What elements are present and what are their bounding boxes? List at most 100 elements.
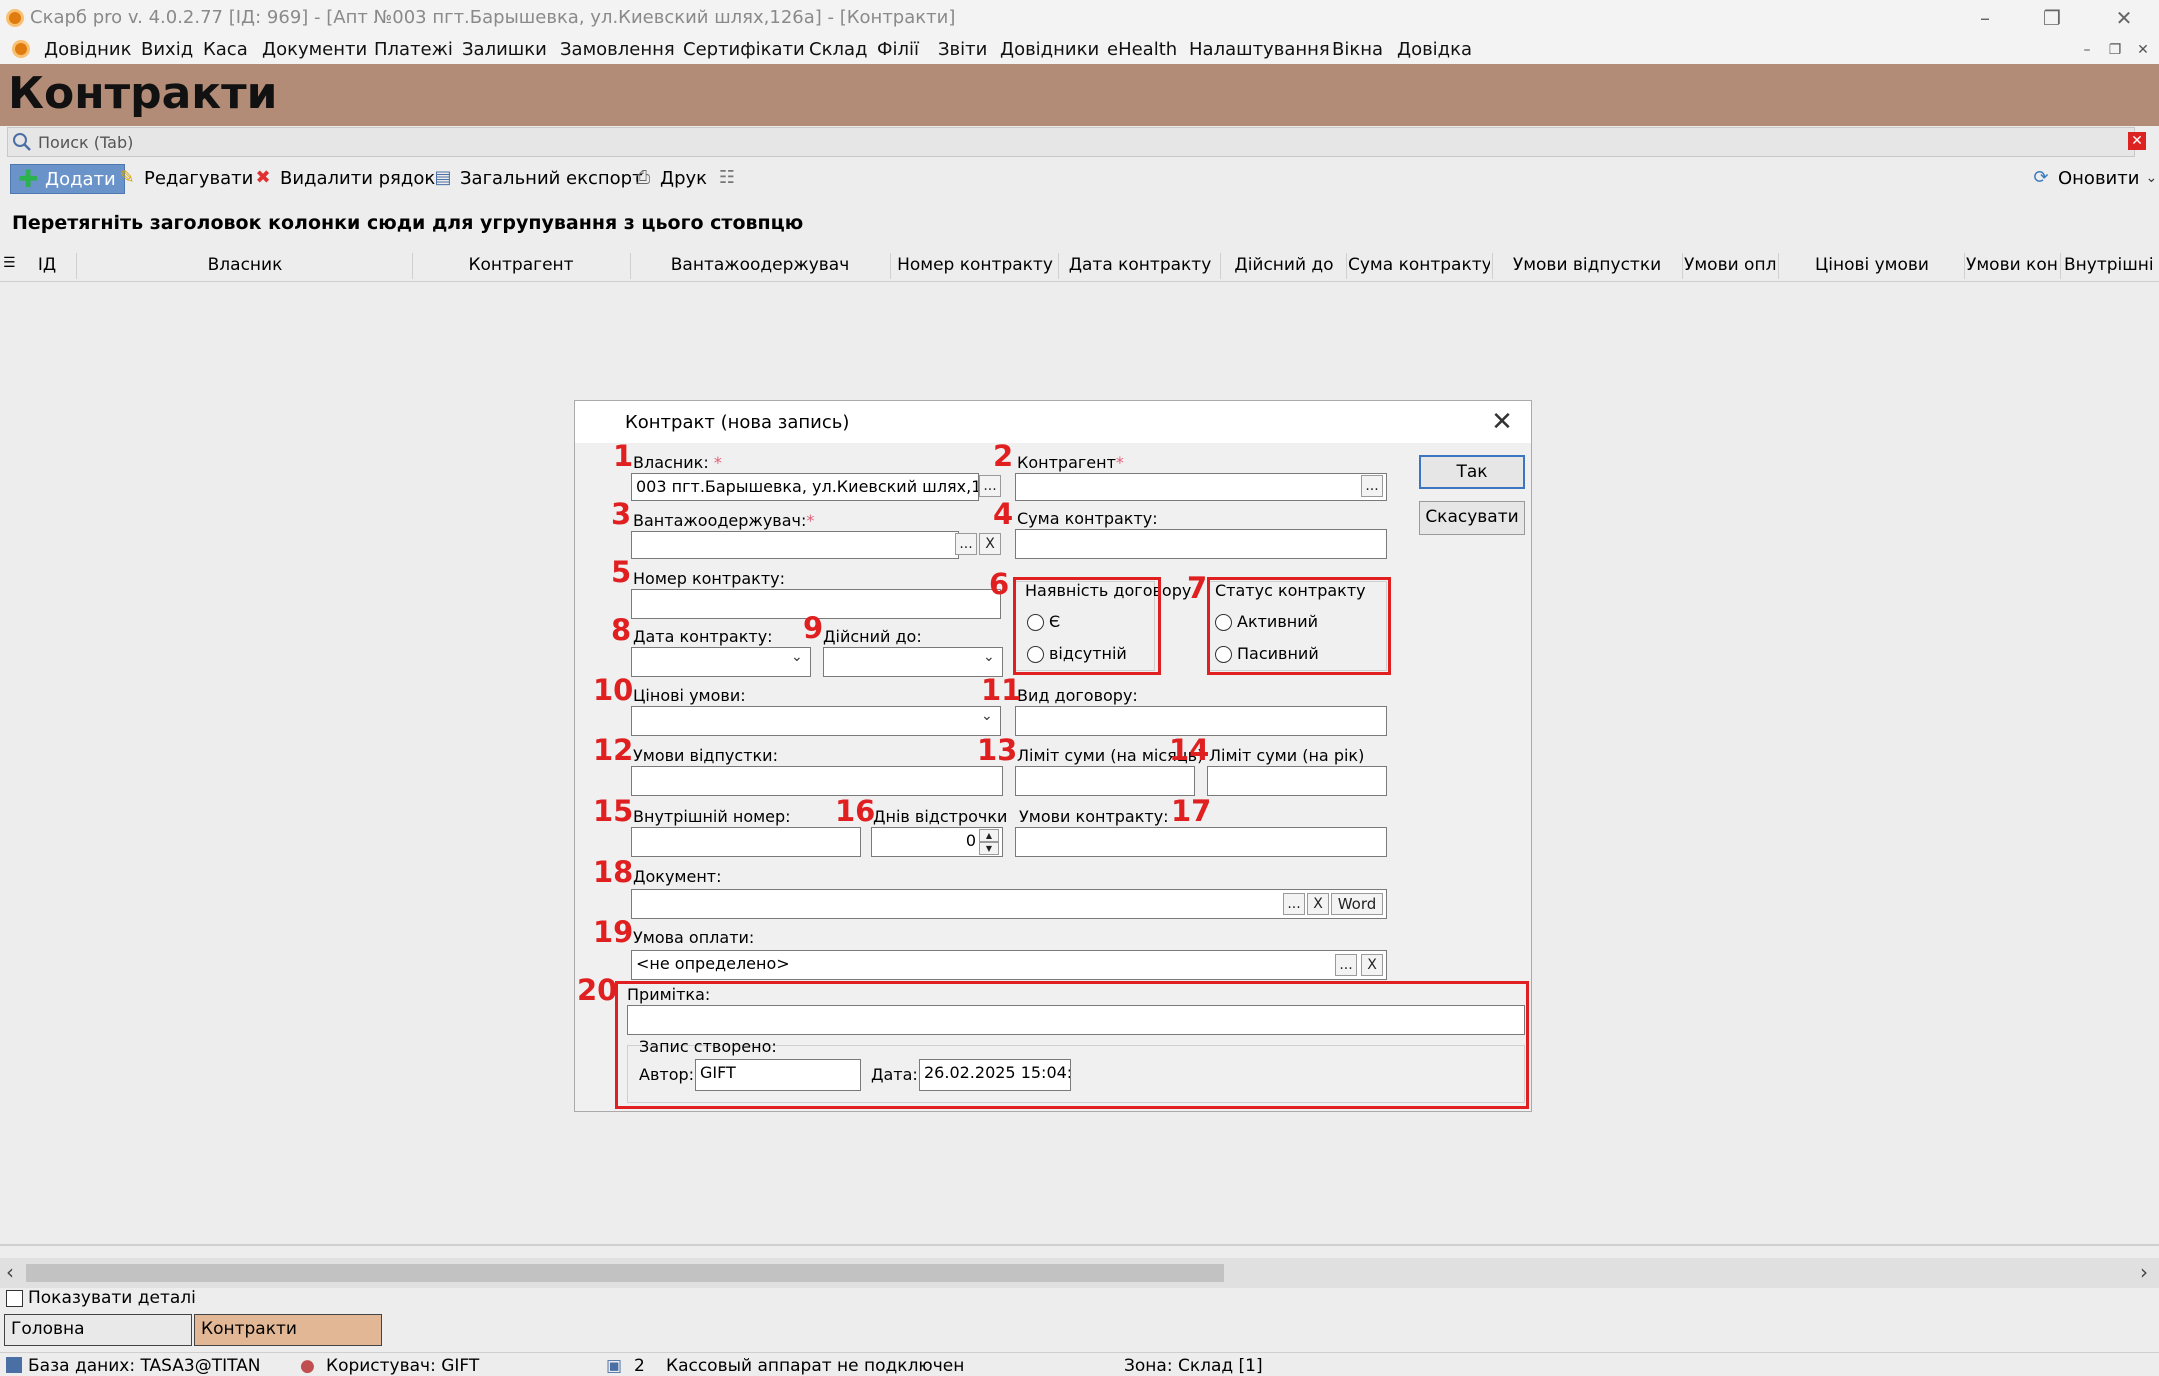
menu-zalyshky[interactable]: Залишки (462, 39, 547, 60)
dialog-close-icon[interactable]: ✕ (1487, 407, 1517, 437)
menu-zamovlennya[interactable]: Замовлення (560, 39, 675, 60)
app-logo-icon (6, 9, 24, 27)
release-terms-label: Умови відпустки: (633, 746, 778, 765)
annotation-number-10: 10 (593, 673, 634, 707)
annotation-number-9: 9 (803, 611, 824, 645)
owner-field[interactable]: 003 пгт.Барышевка, ул.Киевский шлях,126а (631, 473, 979, 501)
app-menu-icon[interactable] (12, 40, 30, 58)
menu-platezhi[interactable]: Платежі (374, 39, 453, 60)
menu-ehealth[interactable]: eHealth (1107, 39, 1177, 60)
menu-filii[interactable]: Філії (877, 39, 919, 60)
price-terms-select[interactable] (631, 706, 1001, 736)
page-title: Контракти (8, 68, 278, 119)
consignee-browse-button[interactable]: ... (955, 533, 977, 555)
amount-field[interactable] (1015, 529, 1387, 559)
columns-button[interactable]: ☷ (716, 164, 738, 192)
menu-dovidnyky[interactable]: Довідники (1000, 39, 1099, 60)
search-input[interactable] (36, 130, 2100, 154)
consignee-clear-button[interactable]: X (979, 533, 1001, 555)
menu-dovidka[interactable]: Довідка (1397, 39, 1472, 60)
counterparty-browse-button[interactable]: ... (1361, 475, 1383, 497)
menu-vykhid[interactable]: Вихід (141, 39, 193, 60)
document-browse-button[interactable]: ... (1283, 893, 1305, 915)
menu-dovidnyk[interactable]: Довідник (44, 39, 131, 60)
delete-row-button[interactable]: ✖ Видалити рядок (252, 164, 435, 192)
counterparty-field[interactable] (1015, 473, 1387, 501)
ok-button[interactable]: Так (1419, 455, 1525, 489)
column-header-payment-terms[interactable]: Умови опла (1684, 255, 1776, 275)
contract-date-picker[interactable] (631, 647, 811, 677)
minimize-button[interactable]: – (1955, 2, 2015, 34)
column-header-contract-date[interactable]: Дата контракту (1060, 255, 1220, 275)
valid-until-picker[interactable] (823, 647, 1003, 677)
contract-date-dropdown-icon[interactable]: ⌄ (791, 649, 803, 665)
export-button[interactable]: ▤ Загальний експорт (432, 164, 642, 192)
refresh-button[interactable]: ⟳ Оновити ⌄ (2030, 164, 2157, 192)
owner-browse-button[interactable]: ... (979, 475, 1001, 497)
column-header-consignee[interactable]: Вантажоодержувач (632, 255, 888, 275)
contract-terms-field[interactable] (1015, 827, 1387, 857)
payment-terms-field[interactable]: <не определено> (631, 950, 1387, 980)
limit-month-field[interactable] (1015, 766, 1195, 796)
add-button[interactable]: ✚ Додати (10, 164, 125, 194)
cancel-button[interactable]: Скасувати (1419, 501, 1525, 535)
tab-contracts[interactable]: Контракти (194, 1314, 382, 1346)
column-header-counterparty[interactable]: Контрагент (414, 255, 628, 275)
search-clear-icon[interactable]: ✕ (2128, 132, 2146, 150)
column-header-price-terms[interactable]: Цінові умови (1780, 255, 1964, 275)
tab-main[interactable]: Головна (4, 1314, 192, 1346)
release-terms-field[interactable] (631, 766, 1003, 796)
column-header-contract-number[interactable]: Номер контракту (892, 255, 1058, 275)
document-clear-button[interactable]: X (1307, 893, 1329, 915)
column-header-release-terms[interactable]: Умови відпустки (1494, 255, 1680, 275)
column-header-owner[interactable]: Власник (78, 255, 412, 275)
annotation-number-18: 18 (593, 855, 634, 889)
limit-year-field[interactable] (1207, 766, 1387, 796)
column-header-contract-terms[interactable]: Умови конт (1966, 255, 2058, 275)
mdi-close-button[interactable]: ✕ (2132, 40, 2154, 60)
horizontal-scrollbar[interactable]: ‹ › (0, 1258, 2159, 1288)
menu-nalashtuvannya[interactable]: Налаштування (1189, 39, 1330, 60)
consignee-field[interactable] (631, 531, 959, 559)
document-word-button[interactable]: Word (1331, 893, 1383, 915)
mdi-restore-button[interactable]: ❐ (2104, 40, 2126, 60)
plus-icon: ✚ (17, 165, 39, 193)
print-button[interactable]: ⎙ Друк (632, 164, 707, 192)
column-header-valid-until[interactable]: Дійсний до (1222, 255, 1346, 275)
valid-until-dropdown-icon[interactable]: ⌄ (983, 649, 995, 665)
menu-vikna[interactable]: Вікна (1332, 39, 1383, 60)
close-window-button[interactable]: ✕ (2094, 2, 2154, 34)
deferral-spin-up-icon[interactable]: ▲ (979, 829, 999, 842)
restore-button[interactable]: ❐ (2022, 2, 2082, 34)
scrollbar-thumb[interactable] (26, 1264, 1224, 1282)
deferral-spin-down-icon[interactable]: ▼ (979, 842, 999, 855)
search-icon (13, 133, 31, 151)
mdi-minimize-button[interactable]: – (2076, 40, 2098, 60)
edit-button[interactable]: ✎ Редагувати (116, 164, 253, 192)
document-field[interactable] (631, 889, 1387, 919)
column-header-internal[interactable]: Внутрішні (2064, 255, 2159, 275)
column-divider (1346, 253, 1347, 279)
print-button-label: Друк (660, 167, 708, 189)
payment-browse-button[interactable]: ... (1335, 954, 1357, 976)
internal-number-field[interactable] (631, 827, 861, 857)
menu-dokumenty[interactable]: Документи (262, 39, 367, 60)
price-terms-dropdown-icon[interactable]: ⌄ (981, 708, 993, 724)
column-divider (76, 253, 77, 279)
menu-sklad[interactable]: Склад (809, 39, 867, 60)
grid-menu-icon[interactable]: ☰ (3, 255, 16, 271)
menu-kasa[interactable]: Каса (203, 39, 248, 60)
scroll-left-icon[interactable]: ‹ (6, 1260, 14, 1284)
show-details-checkbox[interactable] (6, 1290, 23, 1307)
scroll-right-icon[interactable]: › (2140, 1260, 2148, 1284)
column-header-amount[interactable]: Сума контракту (1348, 255, 1490, 275)
menu-zvity[interactable]: Звіти (938, 39, 987, 60)
menu-sertyfikaty[interactable]: Сертифікати (683, 39, 805, 60)
column-header-id[interactable]: ІД (22, 255, 72, 275)
payment-clear-button[interactable]: X (1361, 954, 1383, 976)
delete-button-label: Видалити рядок (280, 167, 436, 189)
valid-until-label: Дійсний до: (823, 627, 922, 646)
annotation-number-12: 12 (593, 733, 634, 767)
group-by-hint: Перетягніть заголовок колонки сюди для у… (12, 212, 804, 234)
contract-type-field[interactable] (1015, 706, 1387, 736)
